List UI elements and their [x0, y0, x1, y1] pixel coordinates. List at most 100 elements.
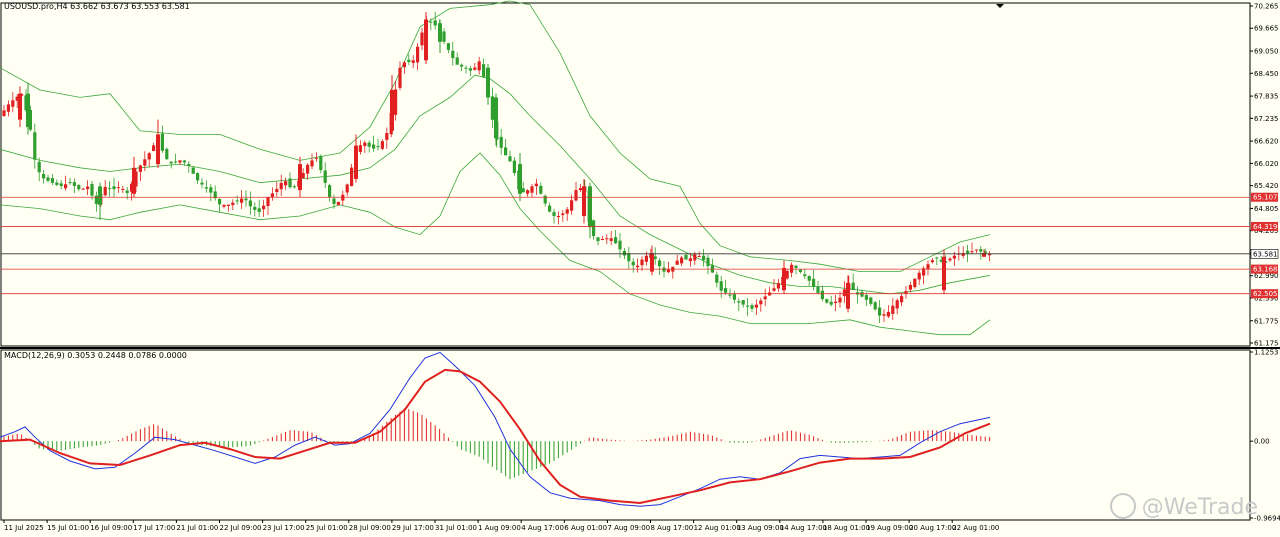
candle-body	[416, 46, 420, 63]
candle-body	[715, 274, 719, 283]
candle-body	[829, 301, 833, 305]
candle-body	[697, 256, 701, 258]
candle-body	[279, 182, 283, 190]
candle-body	[878, 307, 882, 316]
time-tick-label: 8 Aug 17:00	[651, 524, 694, 532]
candle-body	[772, 288, 776, 291]
candle-body	[143, 159, 147, 166]
level-badge-label: 63.168	[1253, 266, 1278, 274]
candle-body	[490, 96, 494, 120]
candle-body	[33, 132, 37, 160]
watermark-text: @WeTrade	[1141, 495, 1258, 520]
candle-body	[644, 255, 648, 262]
price-tick-label: 64.805	[1254, 205, 1279, 213]
candle-body	[675, 260, 679, 265]
candle-body	[42, 174, 46, 179]
candle-body	[288, 178, 292, 188]
candle-body	[512, 160, 516, 174]
candle-body	[974, 249, 978, 251]
candle-body	[900, 296, 904, 303]
candle-body	[235, 200, 239, 202]
candle-body	[838, 297, 842, 303]
candle-body	[174, 161, 178, 163]
candle-body	[570, 200, 574, 211]
price-tick-label: 65.420	[1254, 182, 1279, 190]
candle-body	[477, 61, 481, 71]
macd-tick-label: 1.1253	[1254, 349, 1279, 357]
candle-body	[178, 160, 182, 163]
price-tick-label: 67.835	[1254, 93, 1279, 101]
candle-body	[882, 314, 886, 316]
candle-body	[132, 167, 136, 194]
candle-body	[600, 239, 604, 241]
candle-body	[596, 237, 600, 242]
candle-body	[702, 255, 706, 261]
candle-body	[534, 183, 538, 187]
candle-body	[196, 173, 200, 181]
candle-body	[165, 148, 169, 160]
candle-body	[262, 205, 266, 210]
candle-body	[354, 145, 358, 179]
time-tick-label: 1 Aug 09:00	[478, 524, 521, 532]
candle-body	[367, 142, 371, 147]
candle-body	[363, 142, 367, 147]
time-tick-label: 16 Jul 09:00	[90, 524, 132, 532]
candle-body	[50, 178, 54, 183]
price-tick-label: 61.175	[1254, 340, 1279, 348]
candle-body	[636, 265, 640, 268]
candle-body	[376, 146, 380, 148]
candle-body	[253, 206, 257, 210]
candle-body	[182, 160, 186, 163]
candle-body	[834, 301, 838, 304]
macd-main-line	[0, 351, 991, 507]
candle-body	[807, 276, 811, 281]
candle-body	[473, 67, 477, 70]
candle-body	[530, 186, 534, 193]
candle-body	[913, 278, 917, 288]
candle-body	[627, 253, 631, 262]
trading-chart[interactable]: 70.265 69.665 69.050 68.450 67.835 67.235 66.6…	[0, 0, 1280, 537]
candle-body	[380, 141, 384, 149]
candle-body	[420, 32, 424, 46]
candle-body	[328, 185, 332, 198]
candle-body	[499, 136, 503, 148]
candle-body	[494, 97, 498, 139]
time-tick-label: 22 Aug 01:00	[952, 524, 999, 532]
candle-body	[706, 257, 710, 267]
time-tick-label: 15 Jul 01:00	[47, 524, 89, 532]
candle-body	[521, 188, 525, 193]
candle-body	[794, 265, 798, 268]
macd-pane-frame	[0, 349, 1251, 521]
candle-body	[323, 170, 327, 183]
candle-body	[693, 254, 697, 261]
time-tick-label: 11 Jul 2025	[4, 524, 44, 532]
candle-body	[578, 188, 582, 191]
candle-body	[719, 281, 723, 291]
watermark: @WeTrade	[1109, 493, 1258, 521]
time-tick-label: 4 Aug 17:00	[521, 524, 564, 532]
price-tick-label: 66.620	[1254, 138, 1279, 146]
candle-body	[979, 249, 983, 252]
candle-body	[341, 194, 345, 201]
candle-body	[825, 299, 829, 303]
candle-body	[332, 198, 336, 204]
price-tick-label: 67.235	[1254, 115, 1279, 123]
candle-body	[358, 145, 362, 152]
candle-body	[125, 190, 129, 194]
candle-body	[121, 188, 125, 190]
candle-body	[926, 264, 930, 270]
candle-body	[737, 301, 741, 303]
time-tick-label: 19 Aug 09:00	[866, 524, 913, 532]
candle-body	[152, 145, 156, 151]
candle-body	[561, 213, 565, 216]
candle-body	[592, 220, 596, 237]
candle-body	[539, 185, 543, 194]
candle-body	[820, 290, 824, 300]
candle-body	[310, 160, 314, 167]
candle-body	[666, 269, 670, 273]
level-badge-label: 62.505	[1253, 290, 1278, 298]
candle-body	[908, 284, 912, 290]
price-tick-label: 66.020	[1254, 160, 1279, 168]
candle-body	[59, 183, 63, 186]
candle-body	[226, 204, 230, 206]
